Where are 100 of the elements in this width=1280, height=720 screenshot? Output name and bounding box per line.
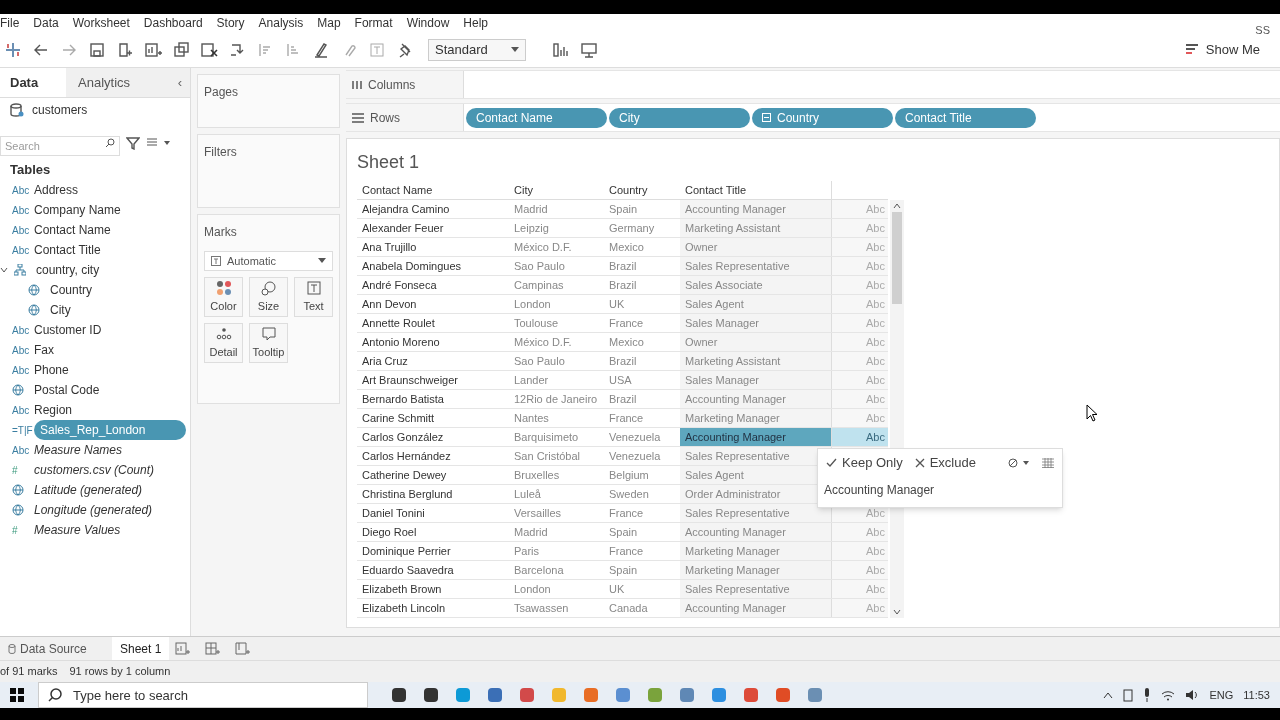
clock[interactable]: 11:53: [1243, 686, 1270, 704]
presentation-icon[interactable]: [580, 40, 598, 59]
field-item[interactable]: City: [50, 301, 71, 319]
scroll-down-icon[interactable]: [893, 608, 901, 616]
field-item[interactable]: Country: [50, 281, 93, 299]
marks-button[interactable]: Detail: [204, 323, 243, 363]
field-item[interactable]: Customer ID: [34, 321, 102, 339]
field-item[interactable]: Phone: [34, 361, 69, 379]
app-icon[interactable]: [486, 686, 504, 704]
database-icon[interactable]: [10, 103, 24, 117]
pane-tab[interactable]: Analytics: [66, 68, 170, 97]
detail-icon[interactable]: [215, 325, 232, 342]
field-item[interactable]: Company Name: [34, 201, 121, 219]
field-item[interactable]: Longitude (generated): [34, 501, 153, 519]
highlight-icon[interactable]: [312, 40, 330, 59]
collapse-button[interactable]: ‹: [169, 68, 190, 97]
marks-button[interactable]: Size: [249, 277, 288, 317]
close-icon[interactable]: [914, 458, 925, 468]
caret-icon[interactable]: [318, 258, 326, 264]
menu-item[interactable]: Worksheet: [72, 14, 130, 32]
field-item[interactable]: Region: [34, 401, 73, 419]
exclude-button[interactable]: Exclude: [914, 453, 976, 473]
app-icon[interactable]: [710, 686, 728, 704]
app-icon[interactable]: [614, 686, 632, 704]
tableau-logo-icon[interactable]: [4, 40, 22, 59]
field-item[interactable]: Fax: [34, 341, 54, 359]
collapse-icon[interactable]: [762, 113, 771, 122]
search-field[interactable]: Search: [0, 136, 120, 156]
globe-icon[interactable]: [28, 284, 40, 296]
show-me-button[interactable]: Show Me: [1181, 37, 1264, 62]
windows-start-icon[interactable]: [10, 688, 24, 702]
text-icon[interactable]: [305, 279, 322, 296]
marks-button[interactable]: Tooltip: [249, 323, 288, 363]
column-header[interactable]: City: [509, 181, 604, 199]
chevron-down-icon[interactable]: [0, 266, 8, 274]
menu-item[interactable]: Dashboard: [143, 14, 203, 32]
field-item[interactable]: Postal Code: [34, 381, 100, 399]
menu-item[interactable]: File: [0, 14, 20, 32]
language-indicator[interactable]: ENG: [1209, 686, 1234, 704]
menu-item[interactable]: Story: [216, 14, 245, 32]
tooltip-icon[interactable]: [260, 325, 277, 342]
globe-icon[interactable]: [12, 484, 24, 496]
columns-icon[interactable]: [352, 79, 362, 90]
chevron-up-icon[interactable]: [1103, 691, 1114, 699]
hierarchy-icon[interactable]: [14, 264, 26, 276]
filter-icon[interactable]: [126, 136, 140, 150]
size-icon[interactable]: [260, 279, 277, 296]
view-data-icon[interactable]: [1042, 458, 1054, 468]
check-icon[interactable]: [826, 458, 837, 468]
sheet-tab[interactable]: Data Source: [0, 637, 112, 660]
new-dashboard-icon[interactable]: [205, 641, 222, 656]
taskbar-search-field[interactable]: Type here to search: [38, 682, 368, 708]
duplicate-icon[interactable]: [172, 40, 190, 59]
field-item[interactable]: Latitude (generated): [34, 481, 143, 499]
field-item[interactable]: Address: [34, 181, 79, 199]
microphone-icon[interactable]: [1143, 688, 1152, 702]
menu-item[interactable]: Data: [33, 14, 59, 32]
column-header[interactable]: Contact Title: [680, 181, 831, 199]
new-story-icon[interactable]: [235, 641, 252, 656]
chart-icon[interactable]: [1185, 43, 1200, 56]
menu-item[interactable]: Analysis: [258, 14, 304, 32]
group-members-icon[interactable]: [1008, 458, 1030, 468]
color-icon[interactable]: [215, 279, 232, 296]
datasource-name[interactable]: customers: [32, 101, 88, 119]
mark-type-dropdown[interactable]: Automatic: [204, 251, 333, 271]
app-icon[interactable]: [678, 686, 696, 704]
volume-icon[interactable]: [1185, 689, 1200, 701]
globe-icon[interactable]: [12, 384, 24, 396]
marks-button[interactable]: Color: [204, 277, 243, 317]
globe-icon[interactable]: [28, 304, 40, 316]
add-datasource-icon[interactable]: [116, 40, 134, 59]
new-worksheet-icon[interactable]: [175, 641, 192, 656]
new-worksheet-icon[interactable]: [144, 40, 162, 59]
text-mark-icon[interactable]: [211, 256, 221, 266]
clear-sheet-icon[interactable]: [200, 40, 218, 59]
wifi-icon[interactable]: [1161, 689, 1176, 701]
menu-item[interactable]: Help: [463, 14, 488, 32]
fit-icon[interactable]: [552, 40, 570, 59]
database-icon[interactable]: [8, 643, 16, 654]
view-options-icon[interactable]: [146, 137, 172, 149]
marks-button[interactable]: Text: [294, 277, 333, 317]
column-header[interactable]: Country: [604, 181, 680, 199]
field-item[interactable]: Contact Name: [34, 221, 111, 239]
menu-item[interactable]: Window: [406, 14, 450, 32]
app-icon[interactable]: [646, 686, 664, 704]
field-item[interactable]: Measure Names: [34, 441, 123, 459]
save-icon[interactable]: [88, 40, 106, 59]
caret-icon[interactable]: [511, 46, 519, 53]
menu-item[interactable]: Map: [317, 14, 341, 32]
menu-item[interactable]: Format: [354, 14, 393, 32]
scroll-up-icon[interactable]: [893, 202, 901, 210]
field-item[interactable]: country, city: [36, 261, 100, 279]
field-item[interactable]: Contact Title: [34, 241, 101, 259]
app-icon[interactable]: [518, 686, 536, 704]
field-item[interactable]: Measure Values: [34, 521, 121, 539]
sheet-tab[interactable]: Sheet 1: [112, 637, 170, 660]
column-header[interactable]: Contact Name: [357, 181, 509, 199]
rows-icon[interactable]: [352, 112, 364, 123]
globe-icon[interactable]: [12, 504, 24, 516]
field-item[interactable]: customers.csv (Count): [34, 461, 155, 479]
